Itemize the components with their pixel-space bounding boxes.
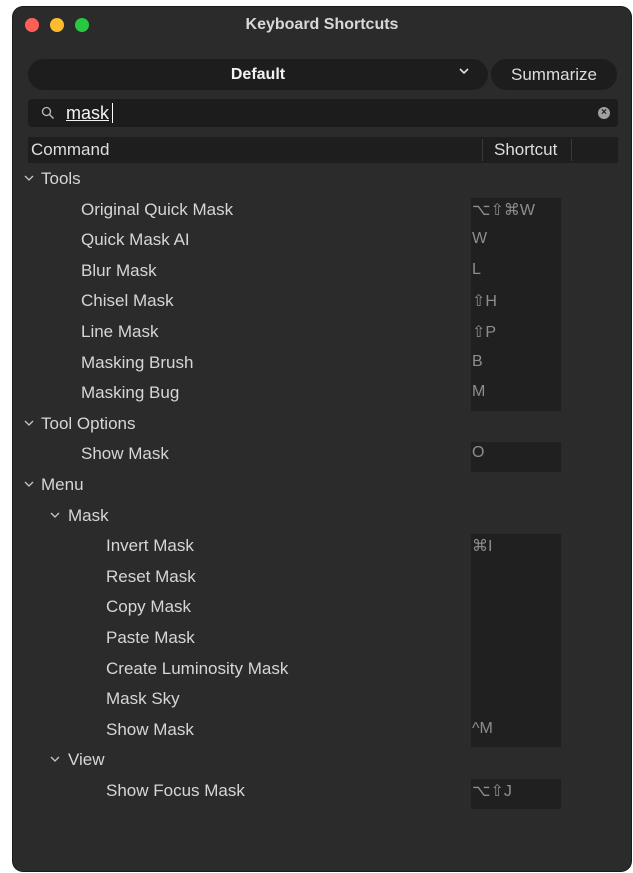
- command-row[interactable]: Quick Mask AI W: [13, 226, 631, 256]
- command-label: Chisel Mask: [81, 291, 174, 311]
- group-row-menu[interactable]: Menu: [13, 471, 631, 501]
- group-row-tools[interactable]: Tools: [13, 165, 631, 195]
- command-row[interactable]: Paste Mask: [13, 624, 631, 654]
- command-label: Show Focus Mask: [106, 781, 245, 800]
- command-row[interactable]: Show Focus Mask ⌥⇧J: [13, 777, 631, 807]
- group-row-mask[interactable]: Mask: [13, 502, 631, 532]
- command-row[interactable]: Line Mask ⇧P: [13, 318, 631, 348]
- command-row[interactable]: Show Mask ^M: [13, 716, 631, 746]
- text-cursor: [112, 103, 113, 123]
- command-label: Show Mask: [81, 444, 169, 464]
- disclosure-chevron-icon[interactable]: [49, 508, 61, 520]
- shortcut-value[interactable]: B: [472, 353, 483, 371]
- command-label: Invert Mask: [106, 536, 194, 556]
- shortcut-value[interactable]: ^M: [472, 720, 493, 738]
- shortcut-value[interactable]: O: [472, 444, 484, 462]
- command-label: Mask Sky: [106, 689, 180, 709]
- command-label: Create Luminosity Mask: [106, 658, 289, 678]
- disclosure-chevron-icon[interactable]: [23, 171, 35, 183]
- search-input[interactable]: mask: [66, 103, 109, 124]
- command-label: Line Mask: [81, 322, 159, 341]
- command-row[interactable]: Chisel Mask ⇧H: [13, 287, 631, 317]
- preset-value: Default: [230, 66, 286, 83]
- command-label: Masking Bug: [81, 383, 180, 403]
- group-label: Tool Options: [41, 413, 136, 433]
- column-divider[interactable]: [571, 139, 572, 161]
- command-row[interactable]: Masking Brush B: [13, 349, 631, 379]
- shortcut-value[interactable]: ⇧H: [472, 291, 497, 311]
- chevron-down-icon: [458, 64, 470, 80]
- command-label: Show Mask: [106, 719, 194, 739]
- preset-dropdown[interactable]: Default: [28, 59, 488, 90]
- command-label: Original Quick Mask: [81, 199, 234, 219]
- shortcut-value[interactable]: L: [472, 261, 481, 279]
- command-label: Masking Brush: [81, 352, 194, 372]
- keyboard-shortcuts-window: Keyboard Shortcuts Default Summarize mas…: [13, 7, 631, 871]
- shortcut-value[interactable]: ⌥⇧⌘W: [472, 200, 535, 220]
- command-label: Paste Mask: [106, 628, 195, 647]
- column-header-shortcut[interactable]: Shortcut: [494, 140, 557, 160]
- command-label: Blur Mask: [81, 260, 157, 280]
- shortcut-value[interactable]: W: [472, 230, 487, 248]
- shortcut-value[interactable]: ⌘I: [472, 536, 492, 556]
- group-label: Menu: [41, 475, 84, 494]
- command-row[interactable]: Invert Mask ⌘I: [13, 532, 631, 562]
- column-divider[interactable]: [482, 139, 483, 161]
- group-label: View: [68, 750, 105, 770]
- summarize-button[interactable]: Summarize: [491, 59, 617, 90]
- command-label: Reset Mask: [106, 566, 196, 586]
- shortcut-value[interactable]: ⇧P: [472, 322, 496, 342]
- command-row[interactable]: Reset Mask: [13, 563, 631, 593]
- command-row[interactable]: Masking Bug M: [13, 379, 631, 409]
- command-label: Quick Mask AI: [81, 230, 190, 250]
- command-row[interactable]: Mask Sky: [13, 685, 631, 715]
- title-bar: Keyboard Shortcuts: [13, 7, 631, 43]
- command-row[interactable]: Original Quick Mask ⌥⇧⌘W: [13, 196, 631, 226]
- command-row[interactable]: Create Luminosity Mask: [13, 655, 631, 685]
- command-label: Copy Mask: [106, 597, 192, 617]
- table-header: Command Shortcut: [28, 137, 618, 163]
- group-row-view[interactable]: View: [13, 746, 631, 776]
- command-row[interactable]: Blur Mask L: [13, 257, 631, 287]
- column-header-command[interactable]: Command: [31, 140, 109, 160]
- search-field[interactable]: mask ×: [28, 99, 618, 127]
- window-title: Keyboard Shortcuts: [245, 16, 399, 33]
- disclosure-chevron-icon[interactable]: [23, 416, 35, 428]
- disclosure-chevron-icon[interactable]: [49, 752, 61, 764]
- command-row[interactable]: Copy Mask: [13, 593, 631, 623]
- shortcut-value[interactable]: ⌥⇧J: [472, 781, 512, 801]
- clear-search-icon[interactable]: ×: [598, 107, 610, 119]
- shortcut-value[interactable]: M: [472, 383, 485, 401]
- group-label: Tools: [41, 169, 81, 188]
- disclosure-chevron-icon[interactable]: [23, 477, 35, 489]
- command-row[interactable]: Show Mask O: [13, 440, 631, 470]
- search-icon: [41, 106, 55, 120]
- group-label: Mask: [68, 505, 109, 525]
- group-row-tool-options[interactable]: Tool Options: [13, 410, 631, 440]
